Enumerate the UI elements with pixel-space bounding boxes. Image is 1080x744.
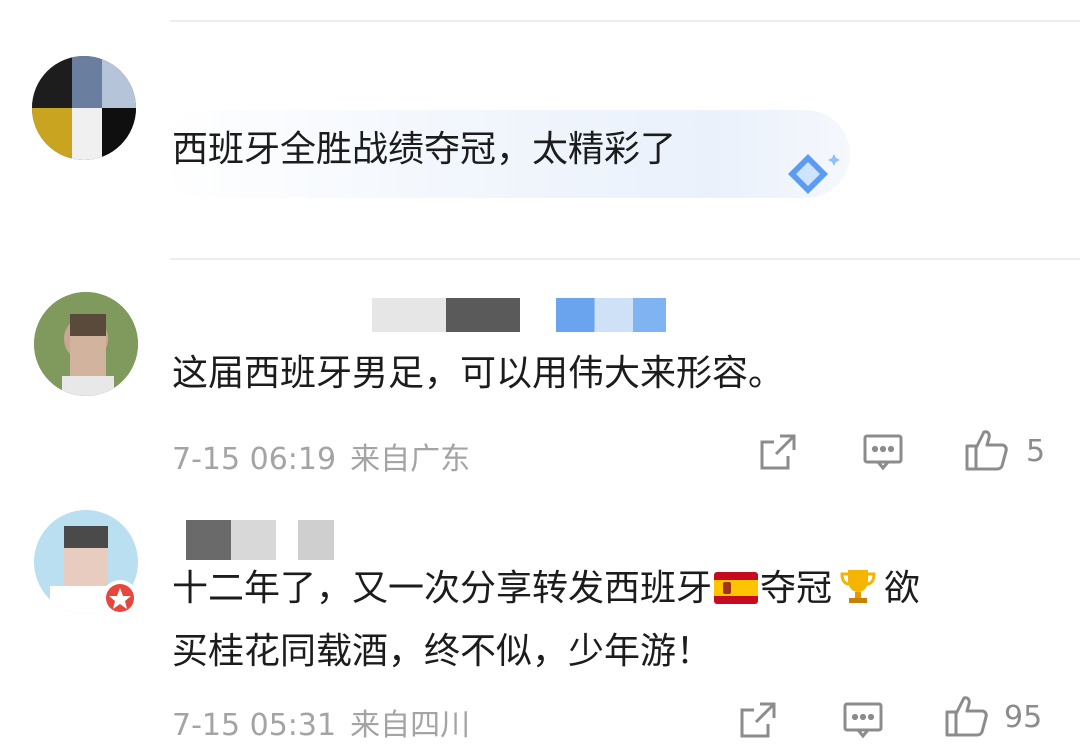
spain-flag-icon bbox=[714, 572, 759, 604]
divider bbox=[170, 20, 1080, 22]
share-icon[interactable] bbox=[738, 700, 778, 744]
username-blurred bbox=[298, 520, 334, 560]
diamond-badge-icon bbox=[778, 148, 842, 206]
like-count: 95 bbox=[1004, 700, 1043, 735]
comment-text-line2: 买桂花同载酒，终不似，少年游！ bbox=[172, 631, 713, 672]
comment-text: 这届西班牙男足，可以用伟大来形容。 bbox=[172, 353, 785, 394]
comment-text-part: 欲 bbox=[884, 568, 921, 609]
verified-badge-icon bbox=[100, 578, 140, 622]
comment-meta: 7-15 06:19 来自广东 bbox=[172, 434, 484, 478]
avatar[interactable] bbox=[32, 56, 136, 160]
username-blurred[interactable] bbox=[186, 520, 276, 560]
comment-location: 来自广东 bbox=[350, 442, 471, 477]
comment-icon[interactable] bbox=[842, 700, 884, 744]
user-badge-blurred bbox=[556, 298, 666, 332]
like-count: 5 bbox=[1026, 434, 1046, 469]
divider bbox=[170, 258, 1080, 260]
comment-text: 西班牙全胜战绩夺冠，太精彩了 bbox=[172, 129, 677, 170]
thumbs-up-icon[interactable] bbox=[944, 694, 990, 742]
comment-date: 7-15 05:31 bbox=[172, 708, 337, 743]
comment-text-part: 十二年了，又一次分享转发西班牙 bbox=[172, 568, 713, 609]
comment-text: 十二年了，又一次分享转发西班牙 夺冠 欲 bbox=[172, 566, 920, 611]
username-blurred[interactable] bbox=[372, 298, 520, 332]
trophy-icon bbox=[838, 566, 878, 606]
share-icon[interactable] bbox=[758, 432, 798, 476]
comment-text-part: 夺冠 bbox=[760, 568, 833, 609]
avatar[interactable] bbox=[34, 292, 138, 396]
comment-date: 7-15 06:19 bbox=[172, 442, 337, 477]
comment-location: 来自四川 bbox=[350, 708, 471, 743]
comment-meta: 7-15 05:31 来自四川 bbox=[172, 700, 484, 744]
comment-icon[interactable] bbox=[862, 432, 904, 476]
thumbs-up-icon[interactable] bbox=[964, 428, 1010, 476]
